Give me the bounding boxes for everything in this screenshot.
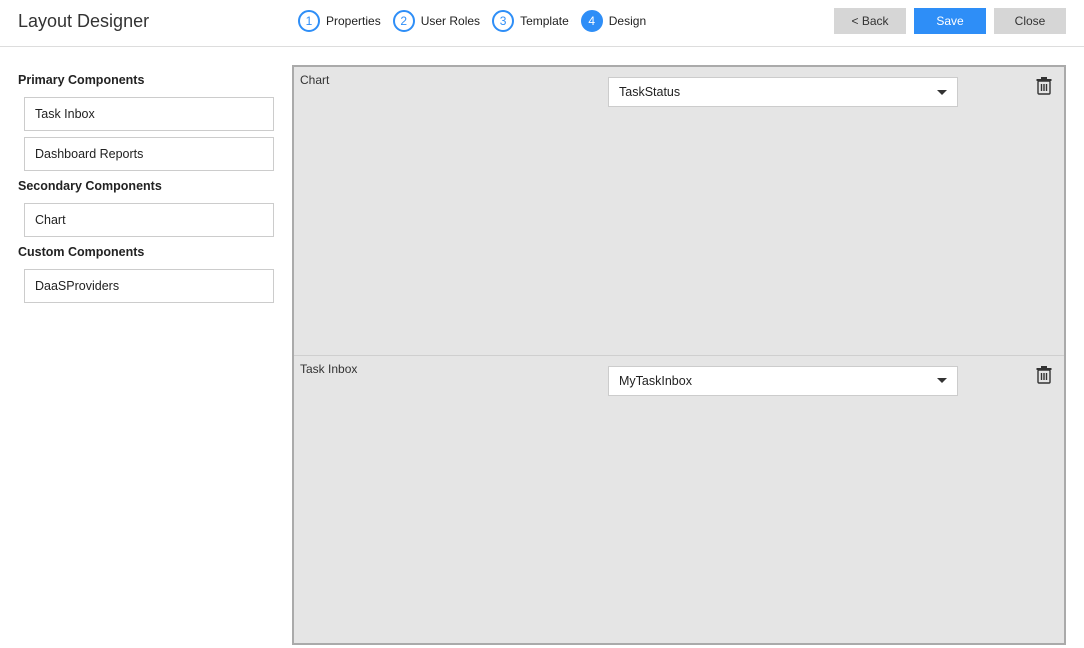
- component-palette: Primary Components Task Inbox Dashboard …: [12, 65, 292, 645]
- select-value: MyTaskInbox: [619, 374, 692, 388]
- step-label: Design: [609, 14, 646, 28]
- component-chart[interactable]: Chart: [24, 203, 274, 237]
- delete-row-button[interactable]: [1036, 77, 1052, 95]
- task-inbox-select[interactable]: MyTaskInbox: [608, 366, 958, 396]
- chart-select[interactable]: TaskStatus: [608, 77, 958, 107]
- component-dashboard-reports[interactable]: Dashboard Reports: [24, 137, 274, 171]
- design-canvas[interactable]: Chart TaskStatus: [292, 65, 1066, 645]
- step-properties[interactable]: 1 Properties: [298, 10, 387, 32]
- step-label: Template: [520, 14, 569, 28]
- step-user-roles[interactable]: 2 User Roles: [393, 10, 486, 32]
- step-label: Properties: [326, 14, 381, 28]
- wizard-stepper: 1 Properties 2 User Roles 3 Template 4 D…: [298, 10, 834, 32]
- row-label: Task Inbox: [300, 360, 600, 376]
- component-daas-providers[interactable]: DaaSProviders: [24, 269, 274, 303]
- delete-row-button[interactable]: [1036, 366, 1052, 384]
- step-number: 2: [393, 10, 415, 32]
- step-number: 4: [581, 10, 603, 32]
- canvas-row-chart[interactable]: Chart TaskStatus: [294, 67, 1064, 356]
- group-title-custom: Custom Components: [18, 245, 274, 259]
- select-value: TaskStatus: [619, 85, 680, 99]
- back-button[interactable]: < Back: [834, 8, 906, 34]
- canvas-row-task-inbox[interactable]: Task Inbox MyTaskInbox: [294, 356, 1064, 644]
- save-button[interactable]: Save: [914, 8, 986, 34]
- chevron-down-icon: [937, 378, 947, 383]
- close-button[interactable]: Close: [994, 8, 1066, 34]
- component-task-inbox[interactable]: Task Inbox: [24, 97, 274, 131]
- canvas-wrap: Chart TaskStatus: [292, 65, 1066, 645]
- header-actions: < Back Save Close: [834, 8, 1066, 34]
- chevron-down-icon: [937, 90, 947, 95]
- body: Primary Components Task Inbox Dashboard …: [0, 47, 1084, 645]
- row-label: Chart: [300, 71, 600, 87]
- step-number: 3: [492, 10, 514, 32]
- step-template[interactable]: 3 Template: [492, 10, 575, 32]
- trash-icon: [1036, 77, 1052, 95]
- group-title-secondary: Secondary Components: [18, 179, 274, 193]
- page-title: Layout Designer: [18, 11, 298, 32]
- step-label: User Roles: [421, 14, 480, 28]
- trash-icon: [1036, 366, 1052, 384]
- group-title-primary: Primary Components: [18, 73, 274, 87]
- step-design[interactable]: 4 Design: [581, 10, 652, 32]
- header: Layout Designer 1 Properties 2 User Role…: [0, 0, 1084, 47]
- step-number: 1: [298, 10, 320, 32]
